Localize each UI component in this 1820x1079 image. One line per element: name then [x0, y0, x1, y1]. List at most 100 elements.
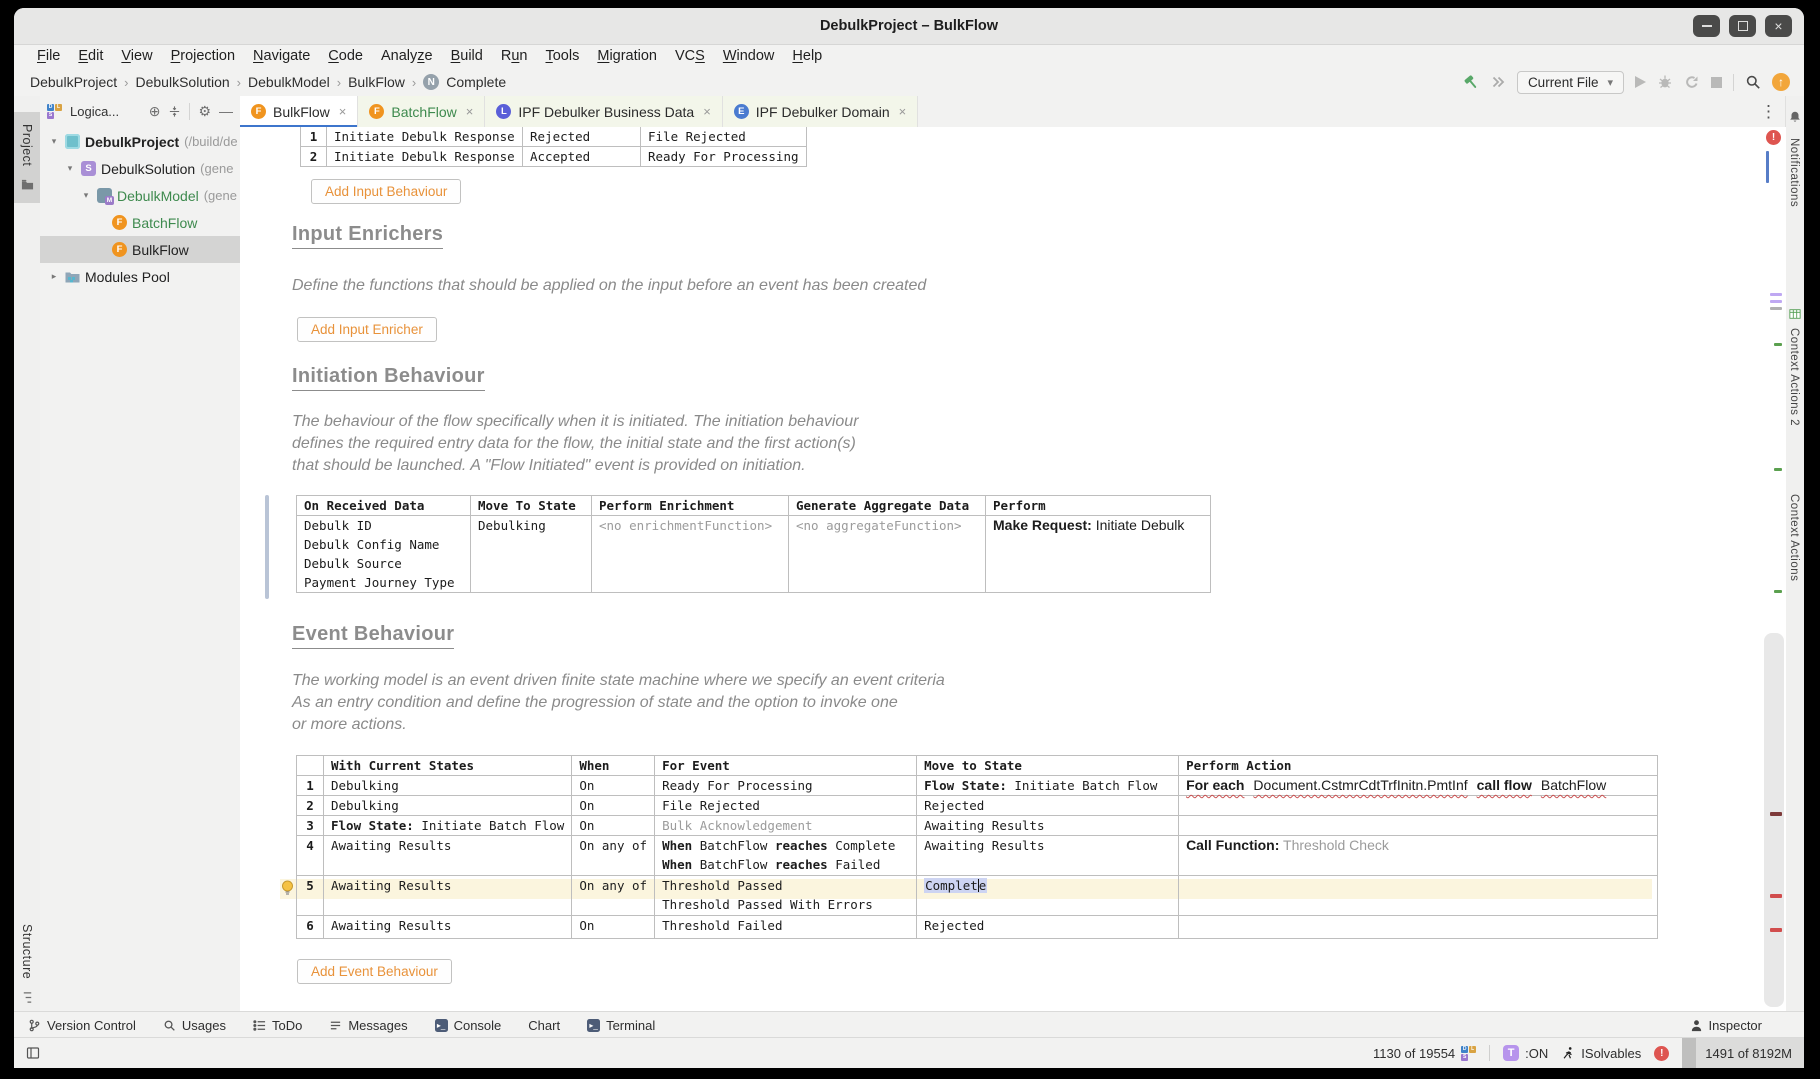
chevron-down-icon[interactable]: ▾ [64, 163, 76, 174]
menu-edit[interactable]: Edit [69, 46, 112, 66]
tree-item-modules-pool[interactable]: ▸ Modules Pool [40, 263, 240, 290]
menu-analyze[interactable]: Analyze [372, 46, 442, 66]
chevron-down-icon[interactable]: ▾ [80, 190, 92, 201]
menu-help[interactable]: Help [783, 46, 831, 66]
project-view-title[interactable]: Logica... [70, 104, 119, 119]
layout-toggle-icon[interactable] [26, 1046, 40, 1060]
tree-item-bulkflow[interactable]: F BulkFlow [40, 236, 240, 263]
menu-code[interactable]: Code [319, 46, 372, 66]
menu-window[interactable]: Window [714, 46, 784, 66]
tab-ipf-debulker-domain[interactable]: E IPF Debulker Domain × [723, 96, 918, 127]
tool-window-bar: Version Control Usages ToDo Messages ▸_ … [14, 1011, 1804, 1038]
table-row[interactable]: 2 Initiate Debulk Response Accepted Read… [301, 147, 807, 167]
scrollbar-thumb[interactable] [1764, 633, 1784, 1007]
chevron-right-icon[interactable]: ▸ [48, 271, 60, 282]
event-behaviour-table[interactable]: With Current States When For Event Move … [296, 755, 1658, 939]
tool-tab-context-actions-2[interactable]: Context Actions 2 [1788, 328, 1800, 426]
tool-button-inspector[interactable]: Inspector [1690, 1018, 1762, 1033]
tool-button-terminal[interactable]: ▸_ Terminal [587, 1018, 655, 1033]
event-row-1[interactable]: 1 Debulking On Ready For Processing Flow… [297, 776, 1658, 796]
close-icon[interactable]: × [466, 104, 474, 119]
close-icon[interactable]: × [339, 104, 347, 119]
entity-icon: E [734, 104, 749, 119]
close-icon[interactable]: × [899, 104, 907, 119]
menu-file[interactable]: File [28, 46, 69, 66]
add-input-enricher-button[interactable]: Add Input Enricher [297, 317, 437, 342]
run-configuration-select[interactable]: Current File ▾ [1517, 71, 1624, 94]
tool-button-usages[interactable]: Usages [163, 1018, 226, 1033]
debug-bug-icon[interactable] [1657, 74, 1673, 90]
menu-build[interactable]: Build [442, 46, 492, 66]
initiation-behaviour-table[interactable]: On Received Data Move To State Perform E… [296, 495, 1211, 593]
add-event-behaviour-button[interactable]: Add Event Behaviour [297, 959, 452, 984]
tool-tab-notifications[interactable]: Notifications [1788, 138, 1800, 207]
menu-tools[interactable]: Tools [536, 46, 588, 66]
maximize-button[interactable] [1729, 15, 1756, 37]
event-row-4[interactable]: 4 Awaiting Results On any of When BatchF… [297, 836, 1658, 876]
menu-navigate[interactable]: Navigate [244, 46, 319, 66]
event-row-6[interactable]: 6 Awaiting Results On Threshold Failed R… [297, 916, 1658, 939]
event-row-2[interactable]: 2 Debulking On File Rejected Rejected [297, 796, 1658, 816]
breadcrumb-solution[interactable]: DebulkSolution [136, 74, 230, 90]
tree-item-debulkproject[interactable]: ▾ DebulkProject (/build/de [40, 128, 240, 155]
navigation-bar: DebulkProject › DebulkSolution › DebulkM… [14, 68, 1804, 97]
add-input-behaviour-button[interactable]: Add Input Behaviour [311, 179, 461, 204]
input-behaviour-table[interactable]: 1 Initiate Debulk Response Rejected File… [300, 127, 807, 167]
tool-button-console[interactable]: ▸_ Console [435, 1018, 502, 1033]
notifications-bell-icon[interactable] [1788, 110, 1802, 124]
error-count-badge[interactable]: ! [1766, 130, 1781, 145]
tool-button-messages[interactable]: Messages [329, 1018, 407, 1033]
solvables-widget[interactable]: ISolvables [1561, 1046, 1641, 1061]
gear-icon[interactable]: ⚙ [198, 104, 211, 118]
update-icon[interactable]: ↑ [1772, 73, 1790, 91]
locate-icon[interactable]: ⊕ [149, 104, 161, 118]
breadcrumb-current[interactable]: Complete [446, 74, 506, 90]
tool-button-todo[interactable]: ToDo [253, 1018, 302, 1033]
breadcrumb-model[interactable]: DebulkModel [248, 74, 330, 90]
table-row[interactable]: Debulk ID Debulk Config Name Debulk Sour… [297, 516, 1211, 593]
menu-migration[interactable]: Migration [588, 46, 666, 66]
tab-batchflow[interactable]: F BatchFlow × [358, 96, 485, 127]
stop-icon[interactable] [1711, 77, 1722, 88]
run-icon[interactable] [1635, 76, 1646, 88]
table-row[interactable]: 1 Initiate Debulk Response Rejected File… [301, 127, 807, 147]
menu-vcs[interactable]: VCS [666, 46, 714, 66]
position-widget[interactable]: 1130 of 19554 DLS [1373, 1046, 1476, 1061]
close-icon[interactable]: × [703, 104, 711, 119]
breadcrumb-bulkflow[interactable]: BulkFlow [348, 74, 405, 90]
tool-tab-project[interactable]: Project [14, 112, 40, 203]
tree-item-debulksolution[interactable]: ▾ S DebulkSolution (gene [40, 155, 240, 182]
minimize-button[interactable] [1693, 15, 1720, 37]
breadcrumb-project[interactable]: DebulkProject [30, 74, 117, 90]
collapse-all-icon[interactable] [168, 105, 181, 118]
hide-panel-icon[interactable]: — [219, 104, 233, 118]
menu-projection[interactable]: Projection [162, 46, 244, 66]
tab-ipf-debulker-business-data[interactable]: L IPF Debulker Business Data × [485, 96, 722, 127]
memory-indicator[interactable]: 1491 of 8192M [1682, 1038, 1804, 1068]
event-row-3[interactable]: 3 Flow State: Initiate Batch Flow On Bul… [297, 816, 1658, 836]
tool-tab-structure[interactable]: Structure [14, 924, 40, 1004]
search-icon[interactable] [1745, 74, 1761, 90]
tree-item-batchflow[interactable]: F BatchFlow [40, 209, 240, 236]
more-tabs-icon[interactable]: ⋮ [1751, 102, 1786, 122]
error-indicator-icon[interactable]: ! [1654, 1046, 1669, 1061]
editor-surface[interactable]: 1 Initiate Debulk Response Rejected File… [240, 127, 1786, 1012]
build-hammer-icon[interactable] [1463, 74, 1479, 90]
tab-bulkflow[interactable]: F BulkFlow × [240, 96, 358, 127]
close-button[interactable]: × [1765, 15, 1792, 37]
menu-view[interactable]: View [112, 46, 161, 66]
tool-button-version-control[interactable]: Version Control [28, 1018, 136, 1033]
profiler-icon[interactable] [1684, 74, 1700, 90]
context-actions-grid-icon[interactable] [1789, 308, 1801, 320]
tool-tab-context-actions[interactable]: Context Actions [1788, 494, 1800, 581]
chevron-down-icon[interactable]: ▾ [48, 136, 60, 147]
inspector-person-icon [1690, 1019, 1703, 1032]
intention-bulb-icon[interactable] [280, 880, 295, 897]
gutter-change-marker [265, 495, 269, 599]
tree-item-debulkmodel[interactable]: ▾ M DebulkModel (gene [40, 182, 240, 209]
event-row-5[interactable]: 5 Awaiting Results On any of Threshold P… [297, 876, 1658, 916]
typesystem-widget[interactable]: T :ON [1503, 1045, 1548, 1061]
tool-button-chart[interactable]: Chart [528, 1018, 560, 1033]
menu-run[interactable]: Run [492, 46, 537, 66]
commit-arrows-icon[interactable] [1490, 74, 1506, 90]
